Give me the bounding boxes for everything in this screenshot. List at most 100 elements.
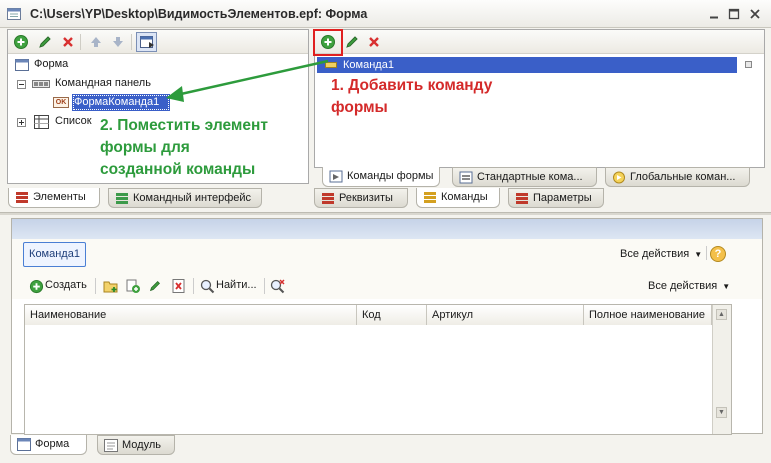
scroll-down-icon[interactable]: ▼ bbox=[716, 407, 727, 418]
delete-icon[interactable] bbox=[366, 34, 382, 50]
tab-module[interactable]: Модуль bbox=[97, 435, 175, 455]
add-folder-icon[interactable] bbox=[103, 279, 119, 294]
tree-item-form[interactable]: Форма bbox=[34, 56, 68, 73]
tab-parameters[interactable]: Параметры bbox=[508, 188, 604, 208]
scroll-up-icon[interactable]: ▲ bbox=[716, 309, 727, 320]
tab-attributes[interactable]: Реквизиты bbox=[314, 188, 408, 208]
edit-icon[interactable] bbox=[148, 279, 162, 293]
command-list-item[interactable]: Команда1 bbox=[317, 57, 737, 73]
table-icon bbox=[34, 115, 49, 129]
tab-form[interactable]: Форма bbox=[10, 435, 87, 455]
commands-tab-icon bbox=[424, 192, 436, 203]
toolbar-separator bbox=[193, 278, 194, 294]
column-header-article[interactable]: Артикул bbox=[427, 305, 584, 325]
tab-commands[interactable]: Команды bbox=[416, 188, 500, 208]
maximize-icon bbox=[728, 8, 740, 20]
tab-global-commands[interactable]: Глобальные коман... bbox=[605, 167, 750, 187]
add-command-highlight bbox=[313, 29, 343, 56]
maximize-button[interactable] bbox=[727, 7, 741, 21]
minimize-icon bbox=[710, 16, 718, 19]
copy-icon[interactable] bbox=[125, 278, 141, 294]
command-action-checkbox[interactable] bbox=[745, 61, 752, 68]
chevron-down-icon: ▼ bbox=[722, 282, 731, 291]
tab-parameters-label: Параметры bbox=[533, 192, 592, 204]
chevron-down-icon: ▼ bbox=[694, 250, 703, 259]
parameters-tab-icon bbox=[516, 193, 528, 204]
edit-icon[interactable] bbox=[37, 34, 53, 50]
tab-commands-label: Команды bbox=[441, 191, 488, 203]
form-preview-icon bbox=[140, 36, 154, 48]
form-tab-icon bbox=[17, 438, 31, 451]
annotation-step1-line2: формы bbox=[331, 99, 388, 116]
column-header-name[interactable]: Наименование bbox=[25, 305, 357, 325]
preview-header-bar bbox=[12, 219, 762, 239]
find-icon[interactable] bbox=[200, 279, 215, 294]
move-down-icon[interactable] bbox=[110, 34, 126, 50]
command-panel-icon bbox=[32, 80, 50, 88]
all-actions-menu-list[interactable]: Все действия ▼ bbox=[648, 280, 730, 292]
global-commands-tab-icon bbox=[613, 171, 625, 184]
tree-item-form-command1[interactable]: ФормаКоманда1 bbox=[72, 94, 170, 111]
all-actions-list-label: Все действия bbox=[648, 280, 718, 292]
all-actions-menu-top[interactable]: Все действия ▼ bbox=[620, 248, 702, 260]
tab-global-commands-label: Глобальные коман... bbox=[630, 171, 736, 183]
tab-attributes-label: Реквизиты bbox=[339, 192, 393, 204]
find-button[interactable]: Найти... bbox=[216, 279, 257, 291]
column-header-code[interactable]: Код bbox=[357, 305, 427, 325]
title-bar: C:\Users\YP\Desktop\ВидимостьЭлементов.e… bbox=[0, 0, 771, 28]
tab-form-commands[interactable]: Команды формы bbox=[322, 167, 440, 187]
form-commands-tab-icon bbox=[329, 170, 343, 183]
standard-commands-tab-icon bbox=[459, 171, 473, 184]
menu-separator bbox=[706, 246, 707, 260]
attributes-tab-icon bbox=[322, 193, 334, 204]
move-up-icon[interactable] bbox=[88, 34, 104, 50]
close-button[interactable] bbox=[748, 7, 762, 21]
tab-standard-commands[interactable]: Стандартные кома... bbox=[452, 167, 597, 187]
vertical-scrollbar[interactable]: ▲ ▼ bbox=[712, 305, 731, 434]
edit-icon[interactable] bbox=[344, 34, 360, 50]
annotation-step2: 2. Поместить элемент формы для созданной… bbox=[100, 115, 268, 181]
annotation-step2-line3: созданной команды bbox=[100, 161, 256, 178]
all-actions-top-label: Все действия bbox=[620, 248, 690, 260]
toolbar-separator bbox=[80, 34, 81, 50]
tab-elements[interactable]: Элементы bbox=[8, 188, 100, 208]
tab-command-interface[interactable]: Командный интерфейс bbox=[108, 188, 262, 208]
button-type-badge: OK bbox=[53, 97, 69, 108]
tab-command-interface-label: Командный интерфейс bbox=[133, 192, 252, 204]
tab-form-label: Форма bbox=[35, 438, 70, 450]
command-item-label: Команда1 bbox=[343, 59, 394, 71]
add-icon[interactable] bbox=[13, 34, 29, 50]
annotation-step1: 1. Добавить команду формы bbox=[331, 75, 492, 119]
elements-toolbar bbox=[8, 30, 308, 54]
tree-item-command-panel[interactable]: Командная панель bbox=[55, 75, 151, 92]
toolbar-separator bbox=[95, 278, 96, 294]
mark-delete-icon[interactable] bbox=[171, 278, 187, 294]
collapse-icon[interactable] bbox=[17, 80, 26, 89]
help-icon[interactable]: ? bbox=[710, 246, 726, 262]
tab-module-label: Модуль bbox=[122, 439, 161, 451]
annotation-step2-line1: 2. Поместить элемент bbox=[100, 117, 268, 134]
command1-button[interactable]: Команда1 bbox=[23, 242, 86, 267]
create-icon[interactable] bbox=[29, 279, 44, 294]
delete-icon[interactable] bbox=[60, 34, 76, 50]
elements-tab-icon bbox=[16, 192, 28, 203]
expand-icon[interactable] bbox=[17, 118, 26, 127]
toolbar-separator bbox=[264, 278, 265, 294]
green-arrow-icon bbox=[166, 59, 329, 102]
toolbar-separator bbox=[131, 34, 132, 50]
column-header-full-name[interactable]: Полное наименование bbox=[584, 305, 712, 325]
cancel-search-icon[interactable] bbox=[270, 279, 286, 294]
tab-form-commands-label: Команды формы bbox=[347, 170, 434, 182]
horizontal-splitter[interactable] bbox=[0, 212, 771, 215]
minimize-button[interactable] bbox=[707, 7, 721, 21]
form-tree-icon bbox=[15, 59, 29, 71]
annotation-step2-line2: формы для bbox=[100, 139, 190, 156]
annotation-step1-line1: 1. Добавить команду bbox=[331, 77, 493, 94]
form-window-icon bbox=[7, 8, 21, 20]
preview-toggle-button[interactable] bbox=[136, 32, 157, 52]
commands-toolbar bbox=[315, 30, 764, 54]
tab-elements-label: Элементы bbox=[33, 191, 86, 203]
tree-item-list[interactable]: Список bbox=[55, 113, 92, 130]
create-button[interactable]: Создать bbox=[45, 279, 87, 291]
window-title: C:\Users\YP\Desktop\ВидимостьЭлементов.e… bbox=[30, 7, 368, 21]
